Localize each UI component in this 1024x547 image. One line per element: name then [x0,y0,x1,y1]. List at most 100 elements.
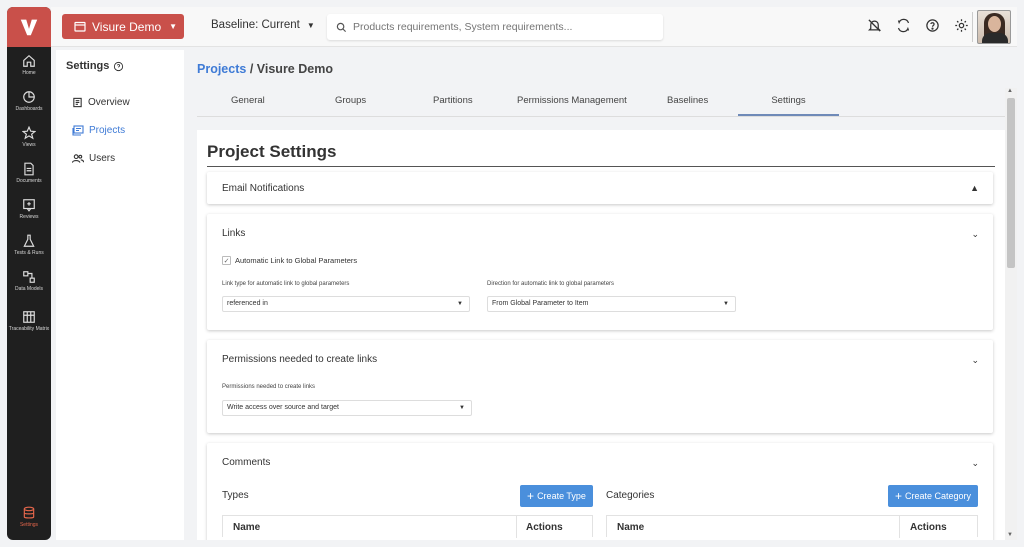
breadcrumb-projects-link[interactable]: Projects [197,62,246,76]
data-models-icon [23,271,35,283]
project-settings-panel: Project Settings Email Notifications ▲ L… [197,130,1005,540]
search-box [327,14,663,40]
plus-icon: + [527,489,535,503]
scroll-down-icon[interactable]: ▼ [1007,532,1013,538]
breadcrumb-current: Visure Demo [256,62,333,76]
app-logo[interactable] [7,7,51,47]
section-title: Permissions needed to create links [222,354,378,365]
top-bar: Visure Demo ▼ Baseline: Current ▼ [51,7,1017,47]
chevron-up-icon[interactable]: ▲ [970,183,979,193]
tab-general[interactable]: General [231,95,265,106]
baseline-selector[interactable]: Baseline: Current ▼ [211,19,315,31]
nav-settings[interactable]: Settings [7,502,51,532]
create-type-label: Create Type [537,491,586,501]
permissions-select[interactable]: Write access over source and target ▼ [222,400,472,416]
tab-settings[interactable]: Settings [738,95,839,116]
nav-tests-runs[interactable]: Tests & Runs [7,227,51,263]
create-type-button[interactable]: + Create Type [520,485,593,507]
project-tabs: General Groups Partitions Permissions Ma… [197,88,1005,117]
breadcrumb: Projects / Visure Demo [197,62,333,76]
column-header-name: Name [233,522,261,533]
project-selector-button[interactable]: Visure Demo ▼ [62,14,184,39]
help-icon[interactable] [113,61,124,72]
link-type-select[interactable]: referenced in ▼ [222,296,470,312]
nav-label: Settings [19,522,39,528]
nav-traceability-matrix[interactable]: Traceability Matrix [7,299,51,343]
project-name: Visure Demo [92,19,162,34]
matrix-icon [23,311,35,323]
nav-label: Home [22,70,36,76]
tab-baselines[interactable]: Baselines [667,95,708,106]
email-notifications-section[interactable]: Email Notifications ▲ [207,172,993,204]
auto-link-checkbox-row[interactable]: ✓ Automatic Link to Global Parameters [222,256,357,265]
nav-views[interactable]: Views [7,119,51,155]
categories-table-header: Name Actions [606,515,978,538]
nav-dashboards[interactable]: Dashboards [7,83,51,119]
nav-label: Documents [16,178,42,184]
tab-permissions-management[interactable]: Permissions Management [517,95,627,106]
sync-icon[interactable] [896,18,911,33]
home-icon [23,54,35,67]
comments-section: Comments ⌄ Types + Create Type Categories… [207,443,993,540]
notifications-off-icon[interactable] [867,18,882,33]
avatar[interactable] [977,10,1011,44]
types-table-header: Name Actions [222,515,593,538]
nav-label: Tests & Runs [14,250,44,256]
scroll-thumb[interactable] [1007,98,1015,268]
section-title: Links [222,228,246,239]
projects-icon [72,125,84,136]
nav-label: Views [22,142,36,148]
chevron-down-icon[interactable]: ⌄ [971,355,979,366]
nav-reviews[interactable]: Reviews [7,191,51,227]
nav-data-models[interactable]: Data Models [7,263,51,299]
search-input[interactable] [353,21,653,33]
sidebar-item-projects[interactable]: Projects [72,125,125,136]
section-title: Email Notifications [222,183,305,194]
caret-down-icon: ▼ [723,301,729,307]
sidebar-title: Settings [66,60,124,72]
nav-label: Reviews [19,214,39,220]
baseline-label: Baseline: Current [211,19,300,31]
link-type-label: Link type for automatic link to global p… [222,281,350,287]
sidebar-item-label: Overview [88,97,130,108]
column-header-actions: Actions [910,522,947,533]
caret-down-icon: ▼ [459,405,465,411]
direction-select[interactable]: From Global Parameter to Item ▼ [487,296,736,312]
page-title: Project Settings [207,142,337,161]
scroll-up-icon[interactable]: ▲ [1007,88,1013,94]
chevron-down-icon[interactable]: ⌄ [971,229,979,240]
permissions-field-label: Permissions needed to create links [222,384,316,390]
chevron-down-icon[interactable]: ⌄ [971,458,979,469]
links-section: Links ⌄ ✓ Automatic Link to Global Param… [207,214,993,330]
link-type-value: referenced in [227,300,268,307]
flask-icon [23,234,35,247]
sidebar-item-users[interactable]: Users [72,153,115,164]
users-icon [72,154,84,163]
toolbar-icons [867,18,969,33]
visure-logo-icon [20,19,38,36]
tab-groups[interactable]: Groups [335,95,366,106]
categories-label: Categories [606,490,655,501]
nav-home[interactable]: Home [7,47,51,83]
create-category-button[interactable]: + Create Category [888,485,978,507]
sidebar-item-label: Projects [89,125,126,136]
create-category-label: Create Category [904,491,972,501]
document-icon [24,162,34,176]
search-icon [336,22,347,32]
caret-down-icon: ▼ [306,20,315,30]
sidebar-item-overview[interactable]: Overview [72,97,130,108]
star-icon [22,126,36,140]
gear-icon[interactable] [954,18,969,33]
auto-link-checkbox[interactable]: ✓ [222,256,231,265]
nav-documents[interactable]: Documents [7,155,51,191]
types-label: Types [222,490,249,501]
plus-icon: + [894,489,902,503]
column-header-name: Name [617,522,645,533]
tab-partitions[interactable]: Partitions [433,95,473,106]
help-icon[interactable] [925,18,940,33]
caret-down-icon: ▼ [457,301,463,307]
direction-value: From Global Parameter to Item [492,300,589,307]
page-scrollbar[interactable]: ▲ ▼ [1005,88,1017,540]
folder-icon [74,21,86,32]
caret-down-icon: ▼ [169,22,178,31]
